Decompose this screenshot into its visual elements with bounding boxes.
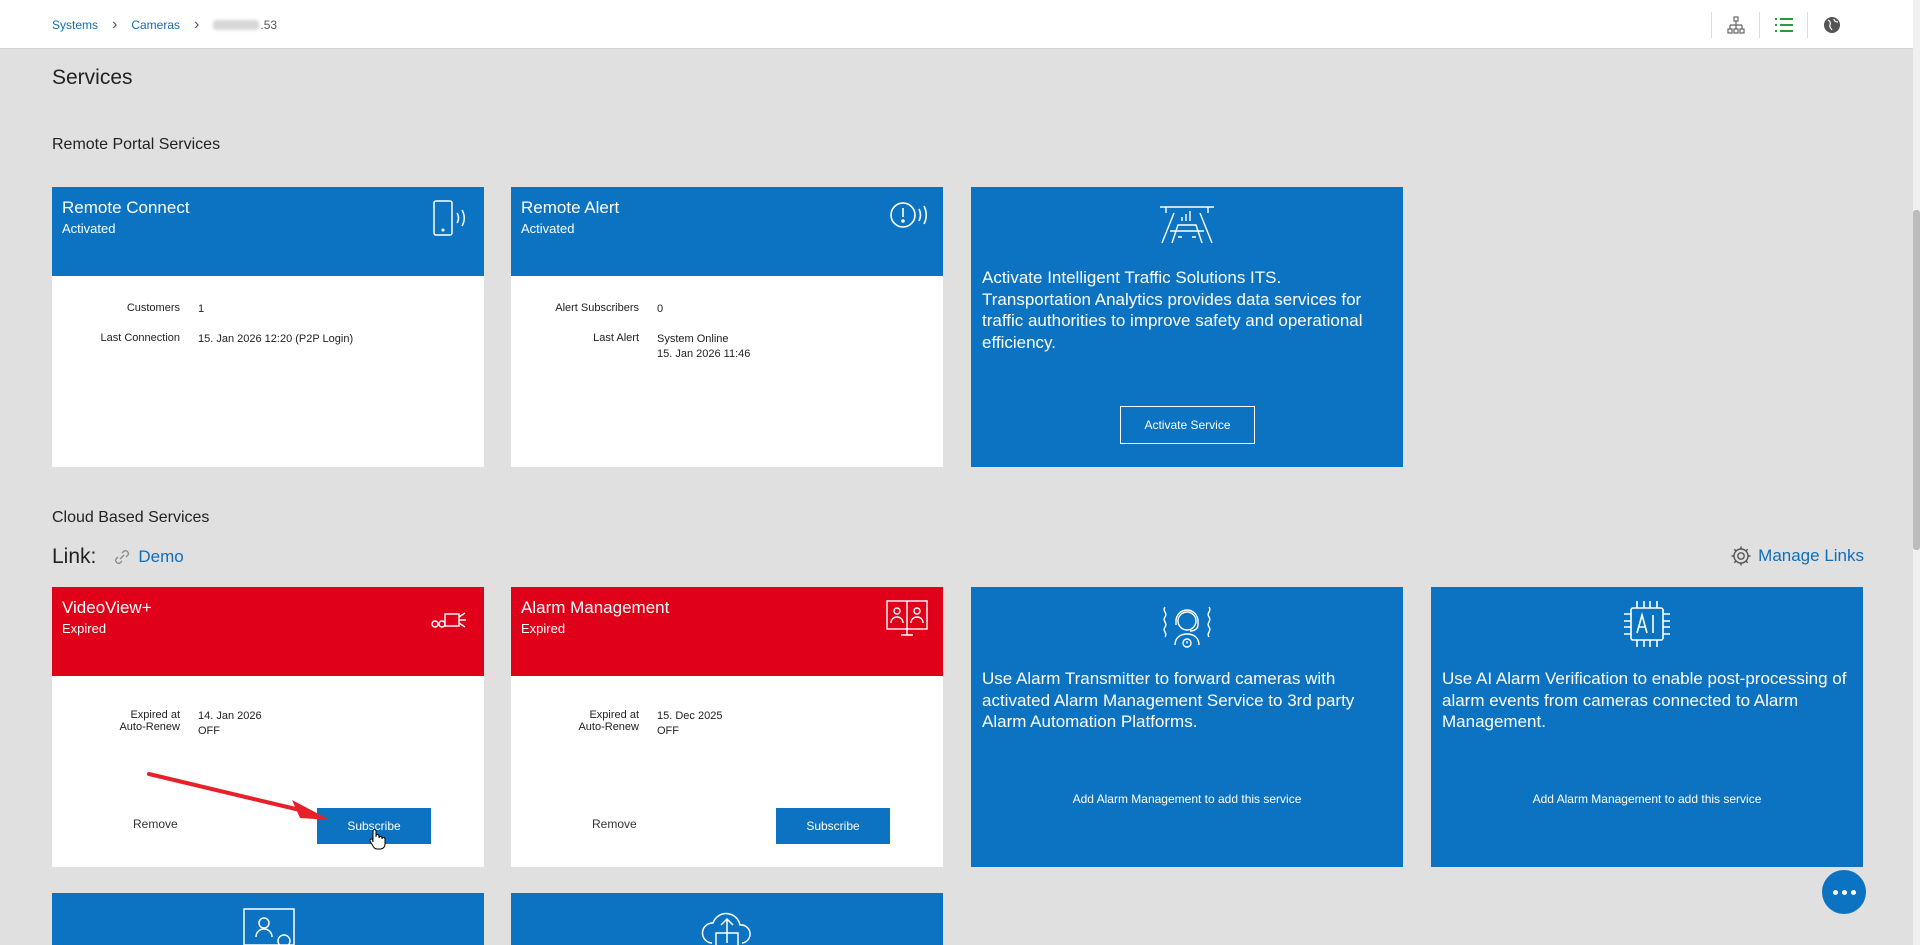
camera-icon [430, 609, 470, 636]
card-header: VideoView+ Expired [52, 587, 484, 676]
remote-connect-card: Remote Connect Activated Customers 1 Las… [52, 187, 484, 467]
card-info: Customers 1 Last Connection 15. Jan 2026… [52, 302, 484, 362]
alarm-management-card: Alarm Management Expired Expired at Auto… [511, 587, 943, 867]
info-label: Alert Subscribers [555, 302, 639, 314]
info-label: Last Connection [100, 332, 181, 344]
card-header: Remote Alert Activated [511, 187, 943, 276]
info-value: 15. Dec 2025 OFF [657, 709, 722, 739]
last-alert-text: System Online [657, 333, 729, 345]
info-label: Customers [126, 302, 180, 314]
card-status: Activated [62, 221, 116, 236]
breadcrumb-device: .53 [260, 18, 278, 32]
cursor-hand-icon [368, 828, 386, 855]
info-label: Last Alert [593, 332, 639, 344]
alert-signal-icon [889, 199, 929, 236]
link-row: Link: Demo [52, 545, 184, 569]
auto-renew-value: OFF [198, 725, 220, 737]
phone-signal-icon [432, 199, 470, 244]
scrollbar-thumb[interactable] [1913, 210, 1920, 550]
card-title: Remote Connect [62, 198, 190, 217]
demo-link[interactable]: Demo [112, 547, 184, 567]
info-value: 0 [657, 303, 664, 315]
globe-icon[interactable] [1807, 12, 1855, 38]
card-header: Alarm Management Expired [511, 587, 943, 676]
card-info: Expired at Auto-Renew 15. Dec 2025 OFF [511, 709, 943, 739]
card-title: Remote Alert [521, 198, 620, 217]
info-row: Customers 1 [52, 302, 484, 317]
info-row: Expired at Auto-Renew 14. Jan 2026 OFF [52, 709, 484, 739]
videoview-card: VideoView+ Expired Expired at Auto-Renew… [52, 587, 484, 867]
breadcrumb-systems[interactable]: Systems [52, 18, 98, 32]
expired-value: 14. Jan 2026 [198, 710, 262, 722]
breadcrumb: Systems › Cameras › .53 [52, 16, 278, 33]
list-icon[interactable] [1759, 12, 1807, 38]
info-row: Alert Subscribers 0 [511, 302, 943, 317]
cloud-upload-icon [698, 907, 756, 945]
redacted-device-name [213, 20, 260, 30]
card-status: Expired [62, 621, 107, 636]
auto-renew-label: Auto-Renew [119, 721, 180, 733]
info-label: Expired at Auto-Renew [52, 709, 198, 739]
info-value: 15. Jan 2026 12:20 (P2P Login) [198, 333, 354, 345]
remote-alert-card: Remote Alert Activated Alert Subscribers… [511, 187, 943, 467]
manage-links-label: Manage Links [1758, 546, 1864, 565]
auto-renew-value: OFF [657, 725, 679, 737]
alarm-transmitter-card: Use Alarm Transmitter to forward cameras… [971, 587, 1403, 867]
gear-icon [1731, 546, 1751, 566]
service-card-partial [511, 893, 943, 945]
remove-button[interactable]: Remove [133, 817, 178, 831]
service-card-partial [52, 893, 484, 945]
link-icon [115, 550, 130, 564]
video-monitor-icon [885, 599, 929, 642]
top-bar: Systems › Cameras › .53 [0, 0, 1913, 49]
chevron-right-icon: › [112, 16, 118, 33]
expired-label: Expired at [130, 709, 180, 721]
monitor-person-icon [240, 907, 298, 945]
card-title: VideoView+ [62, 598, 152, 617]
info-row: Expired at Auto-Renew 15. Dec 2025 OFF [511, 709, 943, 739]
info-value: 14. Jan 2026 OFF [198, 709, 262, 739]
chevron-right-icon: › [194, 16, 200, 33]
card-header: Remote Connect Activated [52, 187, 484, 276]
expired-value: 15. Dec 2025 [657, 710, 723, 722]
scrollbar[interactable] [1913, 0, 1920, 945]
demo-link-label: Demo [138, 547, 184, 566]
activate-service-button[interactable]: Activate Service [1120, 406, 1255, 444]
hierarchy-icon[interactable] [1711, 12, 1759, 38]
more-icon[interactable] [1822, 870, 1866, 914]
manage-links-button[interactable]: Manage Links [1730, 545, 1864, 567]
its-promo-text: Activate Intelligent Traffic Solutions I… [982, 268, 1363, 352]
traffic-icon [1158, 201, 1216, 250]
card-status: Expired [521, 621, 566, 636]
expired-label: Expired at [589, 709, 639, 721]
alarm-transmitter-text: Use Alarm Transmitter to forward cameras… [982, 669, 1355, 731]
ai-verification-text: Use AI Alarm Verification to enable post… [1442, 669, 1847, 731]
breadcrumb-cameras[interactable]: Cameras [131, 18, 180, 32]
last-alert-time: 15. Jan 2026 11:46 [657, 348, 751, 360]
auto-renew-label: Auto-Renew [578, 721, 639, 733]
ai-verification-note: Add Alarm Management to add this service [1532, 792, 1762, 806]
section-title-remote-portal: Remote Portal Services [52, 136, 221, 153]
page-title: Services [52, 66, 133, 89]
headset-icon [1157, 599, 1217, 656]
section-title-cloud-based: Cloud Based Services [52, 509, 210, 526]
ai-verification-card: Use AI Alarm Verification to enable post… [1431, 587, 1863, 867]
info-row: Last Alert System Online 15. Jan 2026 11… [511, 332, 943, 362]
info-value: System Online 15. Jan 2026 11:46 [657, 332, 750, 362]
card-info: Expired at Auto-Renew 14. Jan 2026 OFF [52, 709, 484, 739]
link-label: Link: [52, 545, 97, 568]
info-label: Expired at Auto-Renew [511, 709, 657, 739]
card-status: Activated [521, 221, 575, 236]
subscribe-button[interactable]: Subscribe [776, 808, 890, 844]
its-promo-card: Activate Intelligent Traffic Solutions I… [971, 187, 1403, 467]
card-info: Alert Subscribers 0 Last Alert System On… [511, 302, 943, 377]
info-row: Last Connection 15. Jan 2026 12:20 (P2P … [52, 332, 484, 347]
info-value: 1 [198, 303, 205, 315]
card-title: Alarm Management [521, 598, 670, 617]
ai-chip-icon [1622, 599, 1672, 654]
remove-button[interactable]: Remove [592, 817, 637, 831]
alarm-transmitter-note: Add Alarm Management to add this service [1072, 792, 1302, 806]
